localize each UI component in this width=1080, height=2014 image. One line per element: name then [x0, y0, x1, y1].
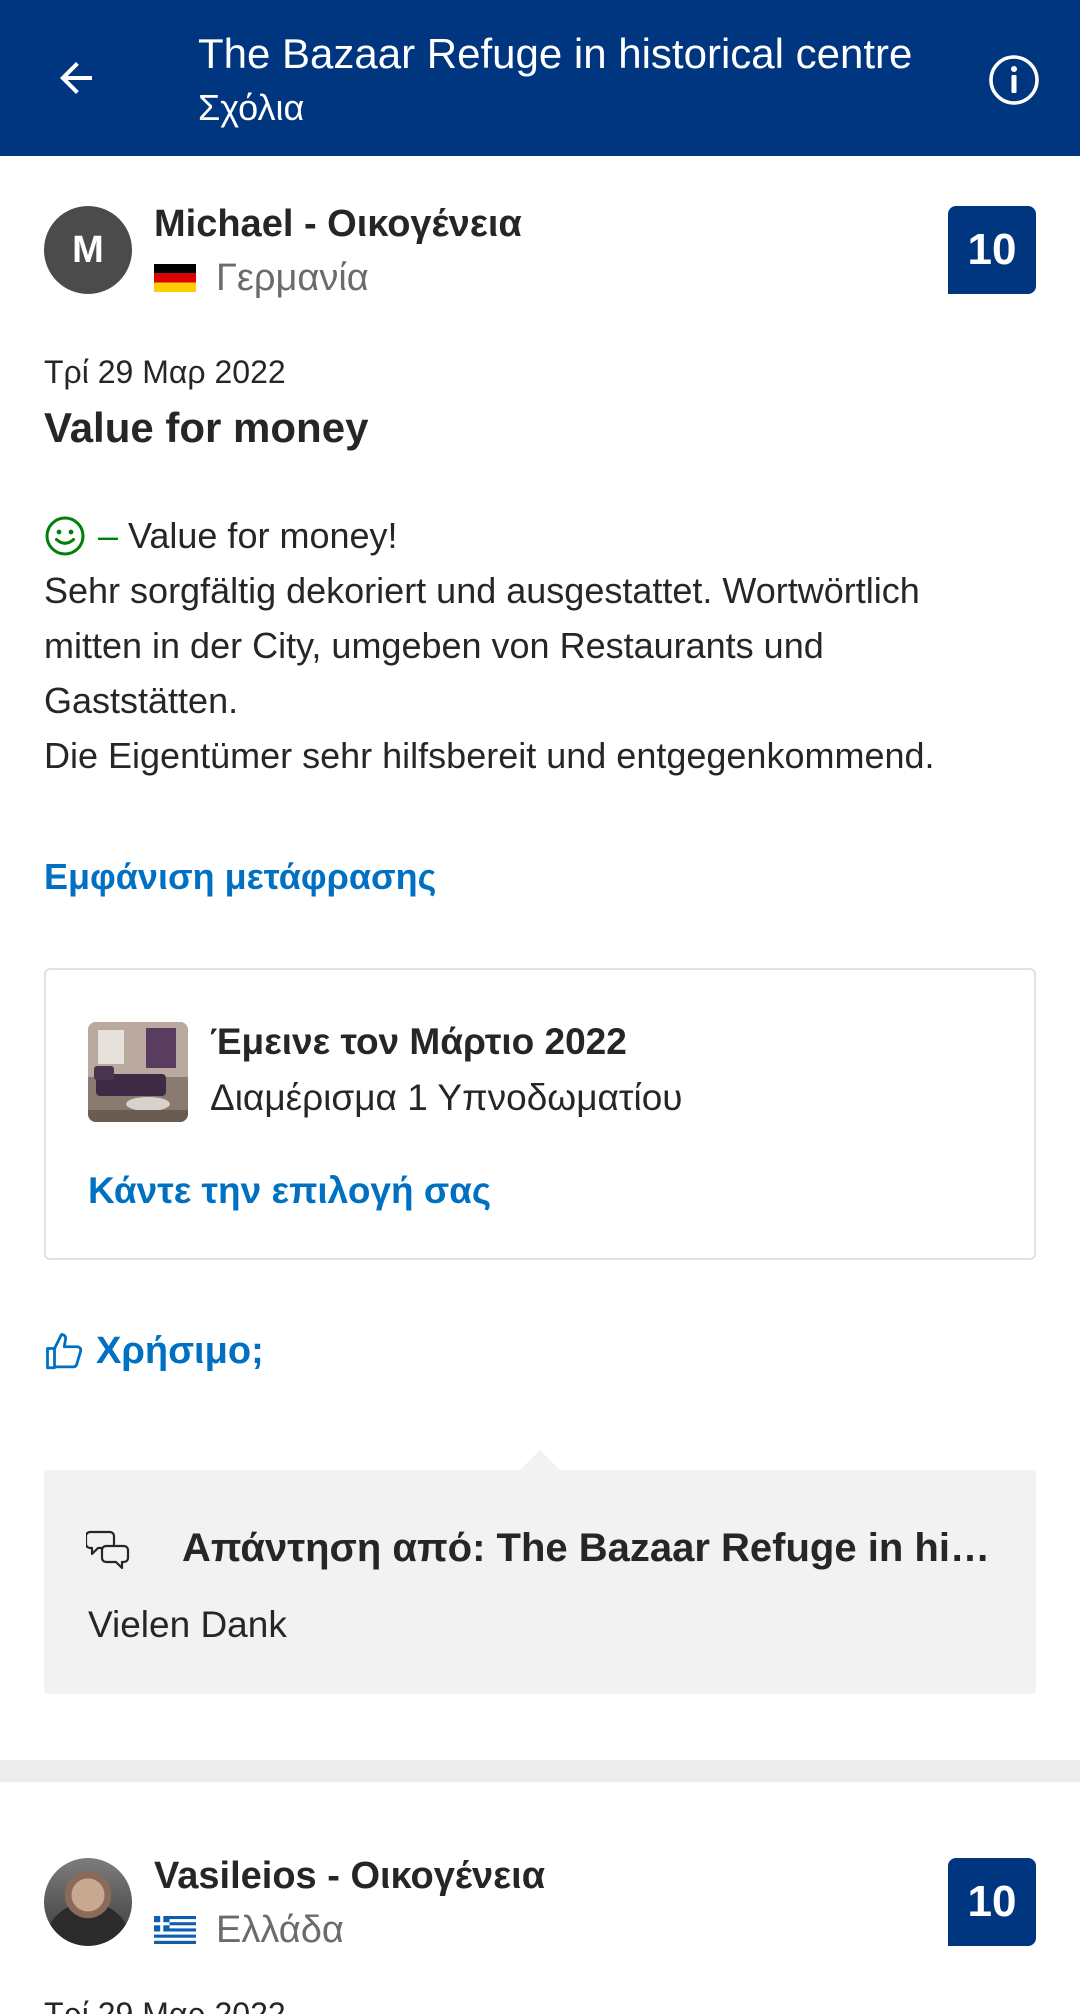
room-photo: [88, 1022, 188, 1122]
review-body-line: Gaststätten.: [44, 680, 239, 721]
avatar: [44, 1858, 132, 1946]
review-title: Value for money: [44, 404, 369, 451]
app-bar: The Bazaar Refuge in historical centre Σ…: [0, 0, 1080, 156]
review-score-badge: 10: [948, 1858, 1036, 1946]
avatar: M: [44, 206, 132, 294]
review-body-line: mitten in der City, umgeben von Restaura…: [44, 625, 824, 666]
positive-text: Value for money!: [128, 515, 398, 556]
reviewer-country: Γερμανία: [154, 254, 369, 302]
show-translation-link[interactable]: Εμφάνιση μετάφρασης: [44, 856, 436, 898]
helpful-label: Χρήσιμο;: [96, 1330, 264, 1372]
review-date: Τρί 29 Μαρ 2022: [44, 1992, 304, 2014]
review-date-text: Τρί 29 Μαρ 2022: [44, 1996, 286, 2014]
reviewer-name: Michael - Οικογένεια: [154, 203, 522, 245]
review-body: – Value for money! Sehr sorgfältig dekor…: [44, 508, 1044, 783]
stay-date: Έμεινε τον Μάρτιο 2022: [210, 1021, 627, 1062]
review-body-line: Sehr sorgfältig dekoriert und ausgestatt…: [44, 570, 920, 611]
germany-flag-icon: [154, 264, 196, 292]
positive-line: – Value for money!: [44, 508, 1044, 563]
chat-bubbles-icon: [86, 1530, 130, 1570]
room-thumbnail: [88, 1022, 188, 1122]
positive-dash: –: [98, 515, 119, 556]
reply-title: Απάντηση από: The Bazaar Refuge in histo…: [182, 1526, 1002, 1570]
room-type: Διαμέρισμα 1 Υπνοδωματίου: [210, 1077, 683, 1118]
arrow-left-icon: [60, 62, 92, 94]
page-subtitle: Σχόλια: [198, 87, 305, 128]
reviewer-name: Vasileios - Οικογένεια: [154, 1855, 546, 1897]
country-label: Γερμανία: [216, 257, 369, 299]
helpful-button[interactable]: Χρήσιμο;: [44, 1330, 264, 1373]
smiley-icon: [45, 516, 85, 555]
stay-info-card: Έμεινε τον Μάρτιο 2022 Διαμέρισμα 1 Υπνο…: [44, 968, 1036, 1260]
info-button[interactable]: [986, 52, 1042, 108]
back-button[interactable]: [44, 46, 108, 110]
review-date: Τρί 29 Μαρ 2022: [44, 354, 286, 390]
reviewer-country: Ελλάδα: [154, 1906, 344, 1954]
property-title: The Bazaar Refuge in historical centre: [198, 30, 913, 77]
country-label: Ελλάδα: [216, 1909, 344, 1951]
property-reply: Απάντηση από: The Bazaar Refuge in histo…: [44, 1470, 1036, 1694]
reply-pointer: [520, 1450, 560, 1470]
review-score-badge: 10: [948, 206, 1036, 294]
avatar-initial: M: [72, 228, 104, 271]
greece-flag-icon: [154, 1916, 196, 1944]
reply-text: Vielen Dank: [88, 1604, 287, 1645]
review-body-line: Die Eigentümer sehr hilfsbereit und entg…: [44, 735, 935, 776]
make-choice-link[interactable]: Κάντε την επιλογή σας: [88, 1170, 491, 1212]
thumbs-up-icon: [46, 1332, 83, 1369]
review-divider: [0, 1760, 1080, 1782]
info-icon: [989, 55, 1039, 105]
